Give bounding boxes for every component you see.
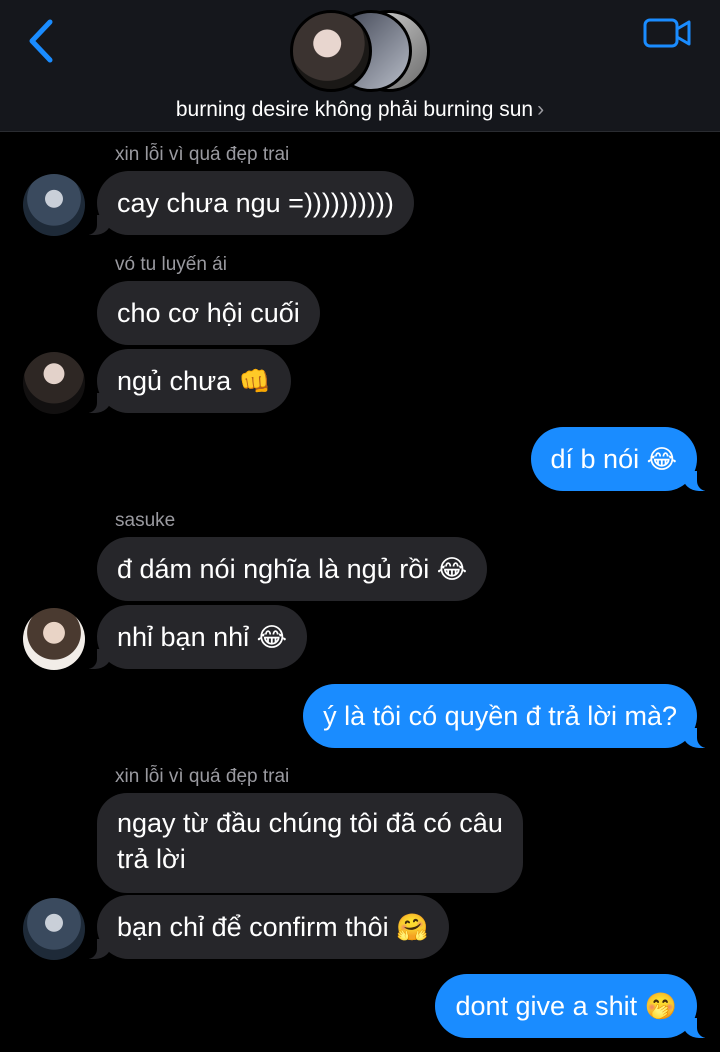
avatar[interactable] <box>23 898 85 960</box>
message-text: bạn chỉ để confirm thôi <box>117 912 389 942</box>
message-text: cay chưa ngu =)))))))))) <box>117 188 394 218</box>
group-avatar-stack[interactable] <box>290 10 430 92</box>
conversation-title[interactable]: burning desire không phải burning sun › <box>0 98 720 122</box>
message-bubble-incoming[interactable]: cho cơ hội cuối <box>97 281 320 345</box>
emoji: 😂 <box>646 444 677 474</box>
message-text: ngủ chưa <box>117 366 232 396</box>
emoji: 🤗 <box>396 912 429 942</box>
sender-name: xin lỗi vì quá đẹp trai <box>115 144 290 165</box>
message-bubble-outgoing[interactable]: dí b nói 😂 <box>530 427 710 491</box>
sender-name: xin lỗi vì quá đẹp trai <box>115 766 290 787</box>
emoji: 😂 <box>256 622 288 652</box>
message-text: ý là tôi có quyền đ trả lời mà? <box>323 701 677 731</box>
avatar[interactable] <box>23 174 85 236</box>
message-bubble-incoming[interactable]: bạn chỉ để confirm thôi 🤗 <box>85 895 449 959</box>
emoji: 👊 <box>238 366 272 396</box>
conversation-title-text: burning desire không phải burning sun <box>175 98 534 121</box>
avatar[interactable] <box>23 608 85 670</box>
message-text: cho cơ hội cuối <box>117 298 300 328</box>
message-bubble-incoming[interactable]: nhỉ bạn nhỉ 😂 <box>84 605 308 669</box>
message-bubble-incoming[interactable]: ngủ chưa 👊 <box>84 349 292 413</box>
sender-name: sasuke <box>115 510 176 531</box>
message-bubble-incoming[interactable]: đ dám nói nghĩa là ngủ rồi 😂 <box>97 537 488 601</box>
message-text: ngay từ đầu chúng tôi đã có câu trả lời <box>117 808 503 874</box>
chat-header: burning desire không phải burning sun › <box>0 0 720 132</box>
message-text: dí b nói <box>550 444 640 474</box>
message-text: đ dám nói nghĩa là ngủ rồi <box>117 554 430 584</box>
message-bubble-incoming[interactable]: ngay từ đầu chúng tôi đã có câu trả lời <box>97 793 523 893</box>
message-bubble-outgoing[interactable]: dont give a shit 🤭 <box>435 974 709 1038</box>
group-avatar-1 <box>290 10 372 92</box>
avatar[interactable] <box>23 352 85 414</box>
message-bubble-incoming[interactable]: cay chưa ngu =)))))))))) <box>85 171 414 235</box>
video-camera-icon[interactable] <box>642 16 692 50</box>
chevron-right-icon: › <box>537 98 545 121</box>
message-bubble-outgoing[interactable]: ý là tôi có quyền đ trả lời mà? <box>303 684 709 748</box>
emoji: 🤭 <box>644 991 677 1021</box>
message-text: dont give a shit <box>455 991 638 1021</box>
message-text: nhỉ bạn nhỉ <box>117 622 250 652</box>
sender-name: vó tu luyến ái <box>115 254 227 275</box>
emoji: 😂 <box>436 554 468 584</box>
chevron-left-icon[interactable] <box>24 18 60 64</box>
